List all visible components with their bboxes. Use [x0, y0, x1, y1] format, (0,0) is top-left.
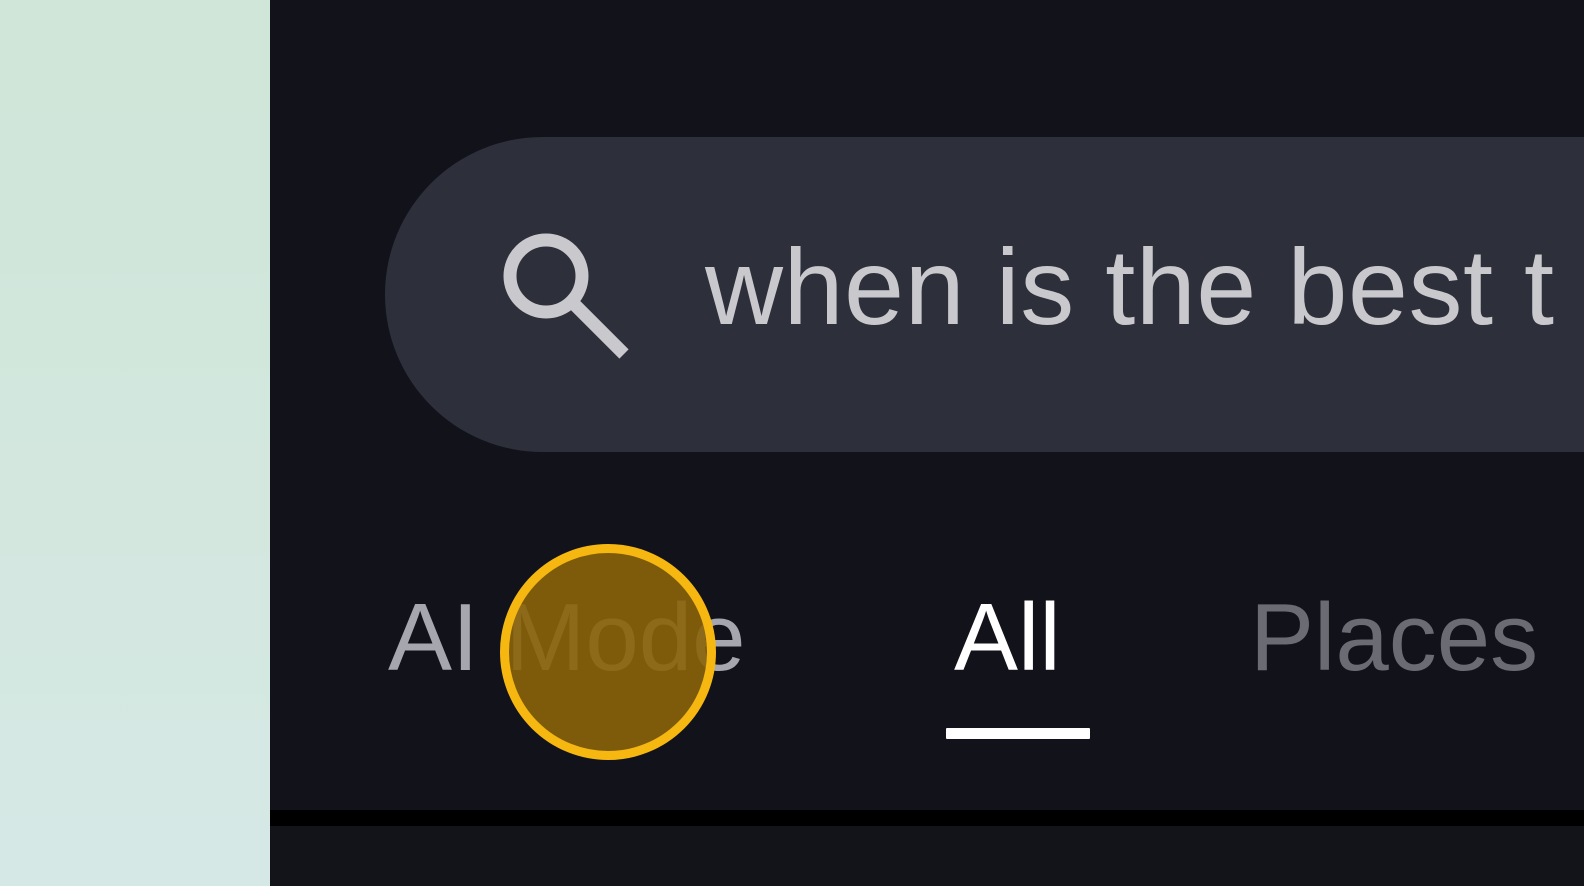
- results-area: [270, 826, 1584, 886]
- divider: [270, 810, 1584, 826]
- tab-all[interactable]: All: [954, 578, 1061, 698]
- search-tabs: AI Mode All Places: [270, 560, 1584, 760]
- background-panel: [0, 0, 270, 886]
- search-icon[interactable]: [496, 226, 632, 362]
- active-tab-indicator: [946, 728, 1090, 739]
- search-query-text[interactable]: when is the best t: [705, 222, 1554, 352]
- tap-indicator: [500, 544, 716, 760]
- phone-screen: when is the best t AI Mode All Places: [270, 0, 1584, 886]
- tab-places[interactable]: Places: [1250, 578, 1538, 698]
